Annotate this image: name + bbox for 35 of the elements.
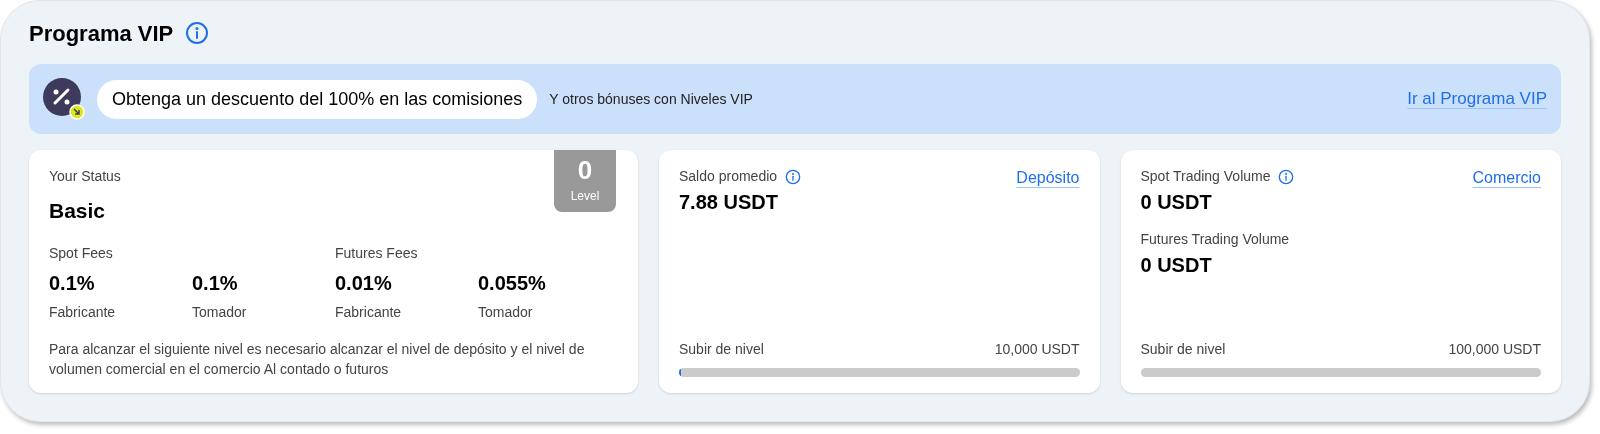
fee-group-title: Spot Fees bbox=[49, 243, 114, 263]
action-link[interactable]: Comercio bbox=[1472, 166, 1541, 190]
fee-value: 0.1% bbox=[192, 270, 239, 296]
fee-label: Tomador bbox=[192, 302, 248, 322]
info-icon[interactable] bbox=[785, 168, 802, 185]
requirement-note: Para alcanzar el siguiente nivel es necesario alcanzar el nivel de depósito y el nivel de volumen comercial en el comercio Al contado o futuros bbox=[49, 339, 586, 379]
progress-target: 100,000 USDT bbox=[1448, 340, 1541, 359]
metric-label: Saldo promedio bbox=[679, 167, 778, 186]
promo-headline: Obtenga un descuento del 100% en las comisiones bbox=[97, 79, 538, 119]
fee-label: Tomador bbox=[478, 302, 534, 322]
progress-label: Subir de nivel bbox=[679, 340, 764, 359]
metric-value: 7.88 USDT bbox=[679, 190, 779, 215]
info-icon[interactable] bbox=[185, 21, 210, 45]
fee-group-title: Futures Fees bbox=[335, 243, 419, 263]
fee-value: 0.01% bbox=[335, 270, 393, 296]
metric-value: 0 USDT bbox=[1140, 253, 1213, 278]
action-link[interactable]: Depósito bbox=[1016, 166, 1080, 190]
info-icon[interactable] bbox=[1278, 168, 1295, 185]
vip-program-link[interactable]: Ir al Programa VIP bbox=[1407, 86, 1547, 112]
metric-label: Spot Trading Volume bbox=[1140, 167, 1271, 186]
status-label: Your Status bbox=[49, 167, 121, 186]
promo-subtext: Y otros bónuses con Niveles VIP bbox=[549, 89, 753, 109]
metric-label: Futures Trading Volume bbox=[1140, 230, 1290, 249]
level-label: Level bbox=[570, 188, 600, 205]
fee-label: Fabricante bbox=[335, 302, 403, 322]
metric-value: 0 USDT bbox=[1140, 190, 1213, 215]
status-value: Basic bbox=[49, 198, 106, 224]
page-title: Programa VIP bbox=[29, 19, 174, 48]
fee-value: 0.1% bbox=[49, 270, 96, 296]
level-number: 0 bbox=[577, 157, 593, 183]
progress-label: Subir de nivel bbox=[1140, 340, 1226, 359]
fee-value: 0.055% bbox=[478, 270, 547, 296]
fee-label: Fabricante bbox=[49, 302, 117, 322]
discount-icon bbox=[43, 78, 85, 120]
progress-target: 10,000 USDT bbox=[994, 340, 1080, 359]
